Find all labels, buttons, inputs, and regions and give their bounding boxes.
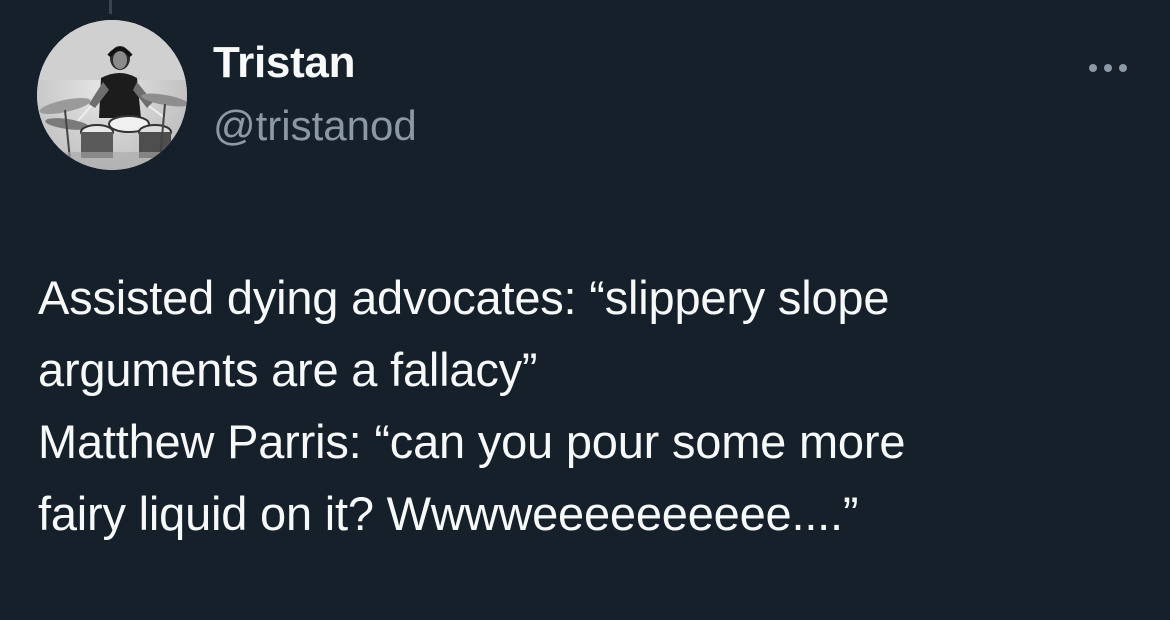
tweet-text: Assisted dying advocates: “slippery slop… (38, 262, 1148, 550)
thread-connector-line (109, 0, 112, 14)
ellipsis-icon (1089, 64, 1127, 72)
drummer-photo-icon (37, 20, 187, 170)
tweet-text-line: Matthew Parris: “can you pour some more (38, 415, 906, 468)
avatar[interactable] (37, 20, 187, 170)
tweet-text-line: fairy liquid on it? Wwwweeeeeeeeee....” (38, 487, 859, 540)
author-handle[interactable]: @tristanod (213, 102, 417, 150)
tweet-text-line: Assisted dying advocates: “slippery slop… (38, 271, 890, 324)
author-display-name[interactable]: Tristan (213, 38, 355, 88)
more-options-button[interactable] (1078, 50, 1138, 86)
tweet-text-line: arguments are a fallacy” (38, 343, 538, 396)
